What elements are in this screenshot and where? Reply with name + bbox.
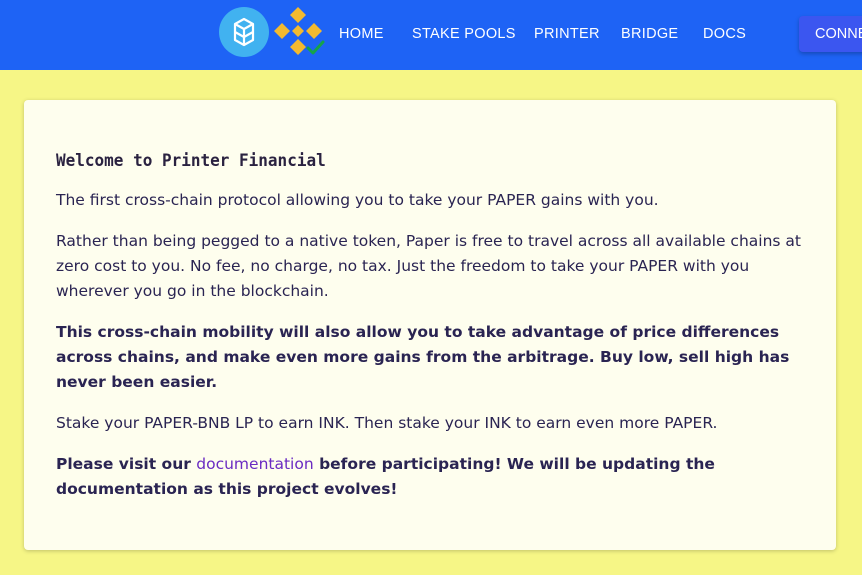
connect-button[interactable]: CONNECT <box>799 16 862 52</box>
check-badge-icon <box>306 40 325 55</box>
top-navbar: HOME STAKE POOLS PRINTER BRIDGE DOCS CON… <box>0 0 862 70</box>
nav-printer[interactable]: PRINTER <box>534 26 600 42</box>
mobility-paragraph: This cross-chain mobility will also allo… <box>56 323 790 391</box>
bnb-logo-icon[interactable] <box>273 6 327 58</box>
intro-paragraph: The first cross-chain protocol allowing … <box>56 191 659 209</box>
notice-text-start: Please visit our <box>56 455 197 473</box>
documentation-notice: Please visit our documentation before pa… <box>56 452 816 502</box>
documentation-link[interactable]: documentation <box>196 455 313 473</box>
card-title: Welcome to Printer Financial <box>56 150 326 171</box>
nav-docs[interactable]: DOCS <box>703 26 746 42</box>
nav-bridge[interactable]: BRIDGE <box>621 26 678 42</box>
nav-home[interactable]: HOME <box>339 26 384 42</box>
staking-paragraph: Stake your PAPER-BNB LP to earn INK. The… <box>56 414 718 432</box>
welcome-card: Welcome to Printer Financial The first c… <box>24 100 836 550</box>
fantom-logo-icon[interactable] <box>219 7 269 57</box>
pegging-paragraph: Rather than being pegged to a native tok… <box>56 232 801 300</box>
nav-stake-pools[interactable]: STAKE POOLS <box>412 26 516 42</box>
